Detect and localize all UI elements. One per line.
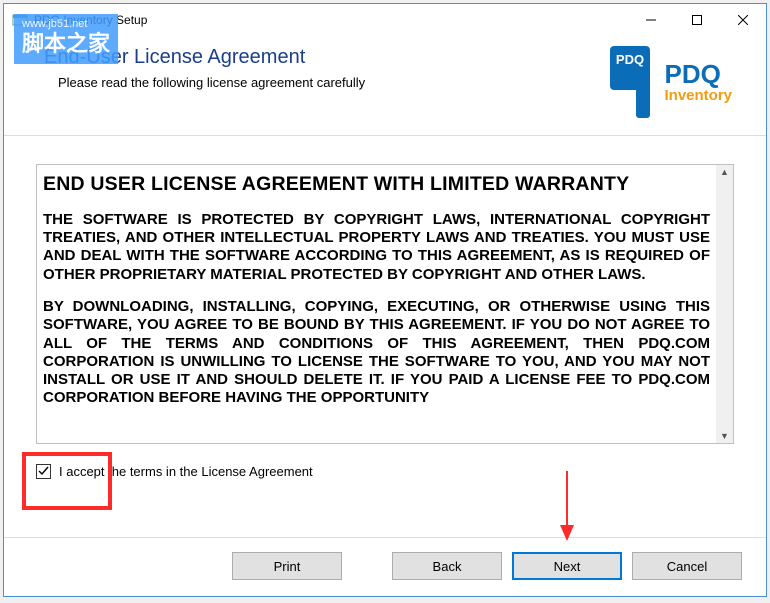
- eula-paragraph-1: THE SOFTWARE IS PROTECTED BY COPYRIGHT L…: [43, 211, 710, 284]
- cancel-button[interactable]: Cancel: [632, 552, 742, 580]
- svg-text:PDQ: PDQ: [616, 52, 644, 67]
- scroll-up-icon[interactable]: ▲: [720, 167, 729, 177]
- minimize-button[interactable]: [628, 4, 674, 36]
- close-button[interactable]: [720, 4, 766, 36]
- brand-logo: PDQ PDQ Inventory: [602, 46, 732, 118]
- next-button[interactable]: Next: [512, 552, 622, 580]
- window-title: PDQ Inventory Setup: [34, 13, 628, 27]
- accept-terms-row[interactable]: I accept the terms in the License Agreem…: [36, 464, 734, 479]
- logo-text-main: PDQ: [664, 61, 732, 87]
- eula-paragraph-2: BY DOWNLOADING, INSTALLING, COPYING, EXE…: [43, 298, 710, 408]
- wizard-content: END USER LICENSE AGREEMENT WITH LIMITED …: [4, 136, 766, 537]
- installer-window: PDQ Inventory Setup End-User License Agr…: [3, 3, 767, 597]
- app-icon: [12, 12, 28, 28]
- maximize-button[interactable]: [674, 4, 720, 36]
- window-controls: [628, 4, 766, 36]
- scrollbar[interactable]: ▲ ▼: [716, 165, 733, 443]
- accept-checkbox[interactable]: [36, 464, 51, 479]
- accept-label: I accept the terms in the License Agreem…: [59, 464, 313, 479]
- eula-body: END USER LICENSE AGREEMENT WITH LIMITED …: [37, 165, 716, 443]
- logo-text-sub: Inventory: [664, 87, 732, 104]
- eula-textbox[interactable]: END USER LICENSE AGREEMENT WITH LIMITED …: [36, 164, 734, 444]
- page-subheading: Please read the following license agreem…: [58, 75, 365, 90]
- eula-title: END USER LICENSE AGREEMENT WITH LIMITED …: [43, 173, 710, 197]
- wizard-footer: Print Back Next Cancel: [4, 537, 766, 596]
- titlebar[interactable]: PDQ Inventory Setup: [4, 4, 766, 36]
- back-button[interactable]: Back: [392, 552, 502, 580]
- page-heading: End-User License Agreement: [44, 46, 365, 69]
- print-button[interactable]: Print: [232, 552, 342, 580]
- scroll-down-icon[interactable]: ▼: [720, 431, 729, 441]
- wizard-header: End-User License Agreement Please read t…: [4, 36, 766, 136]
